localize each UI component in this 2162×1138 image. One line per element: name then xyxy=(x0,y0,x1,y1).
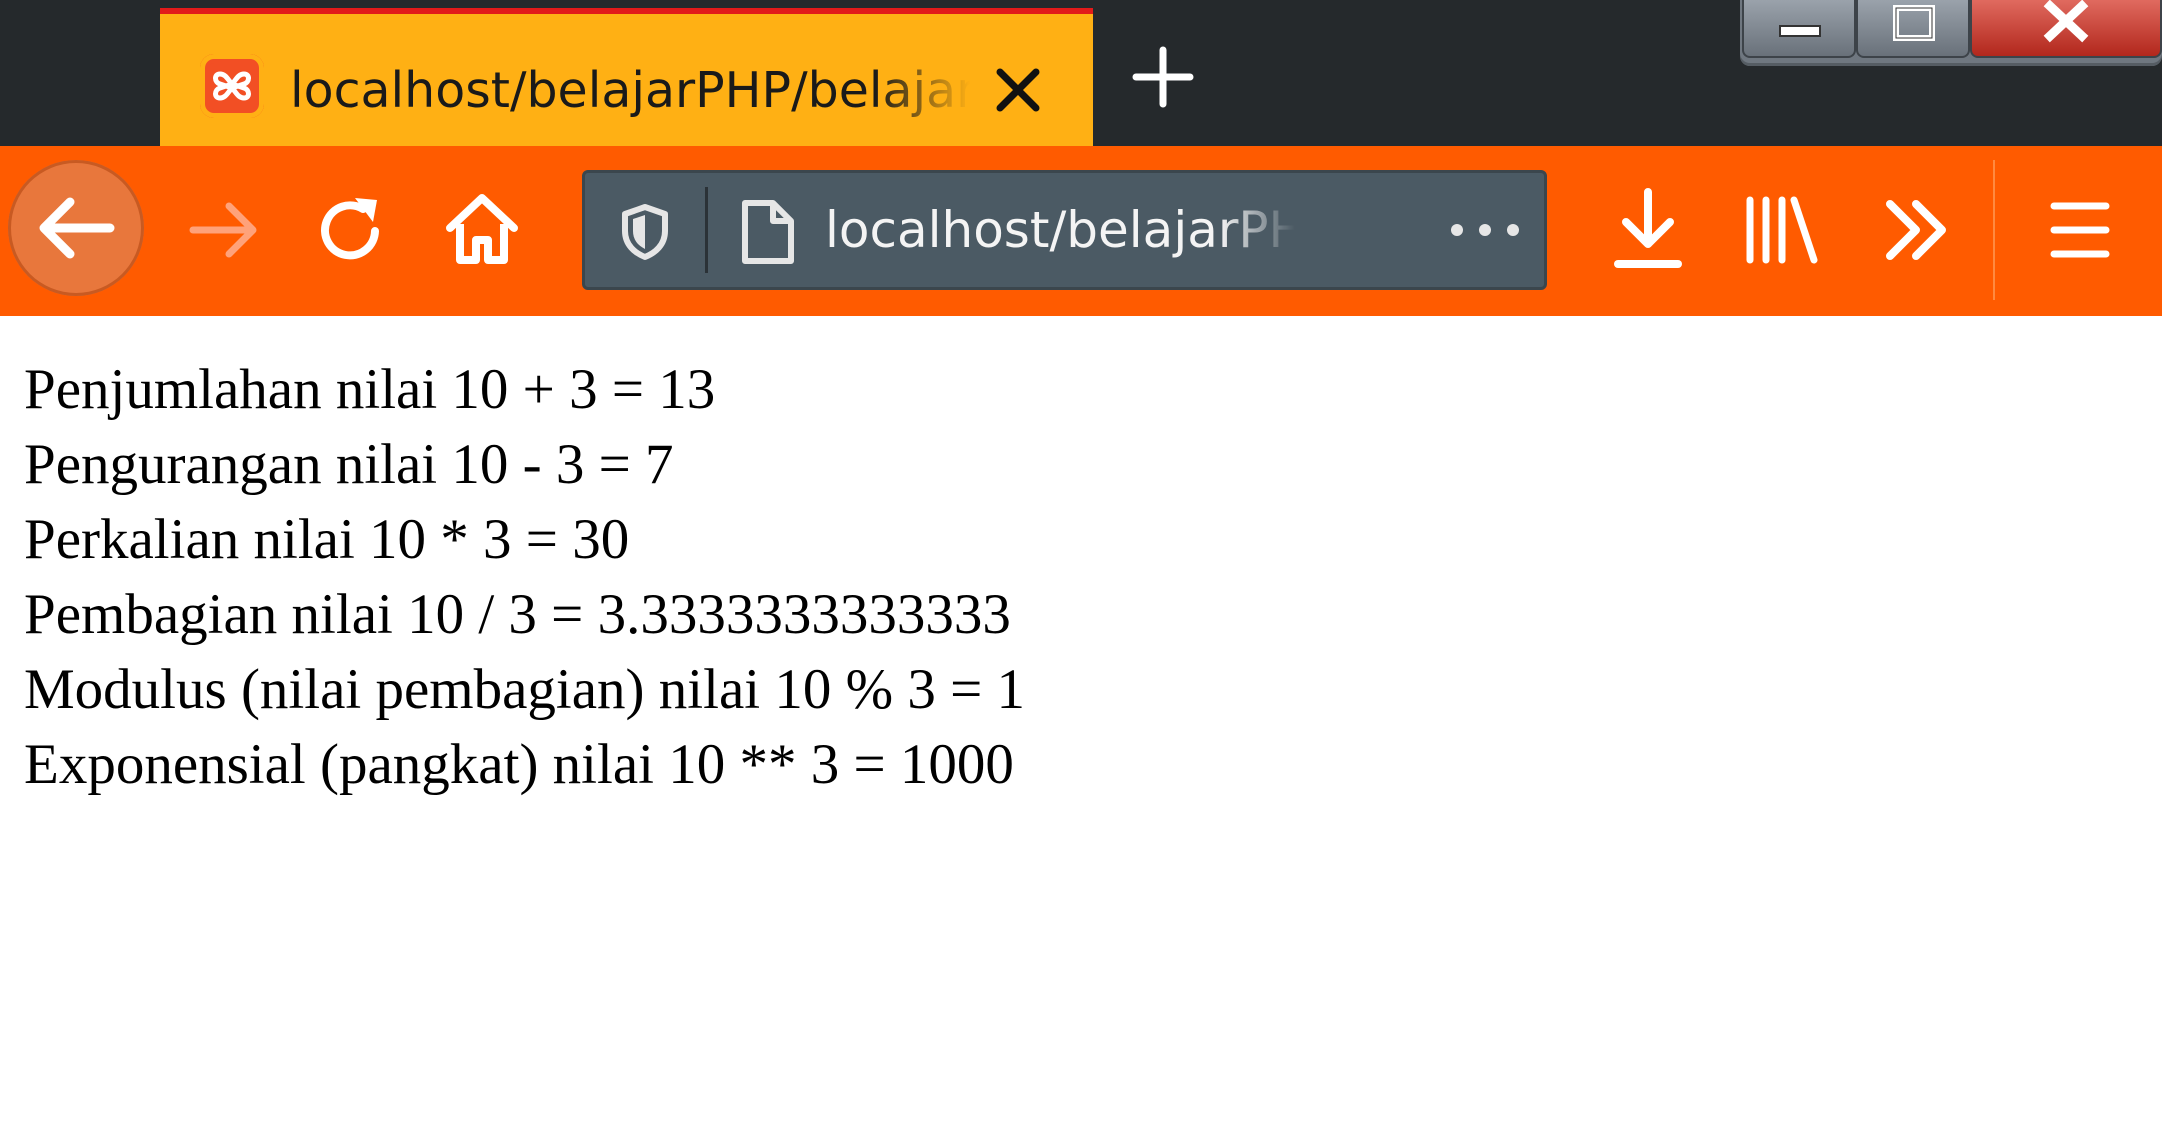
url-bar-divider xyxy=(705,187,708,273)
shield-icon[interactable] xyxy=(615,201,675,261)
close-icon[interactable] xyxy=(990,62,1046,118)
download-icon[interactable] xyxy=(1608,182,1688,278)
minimize-icon xyxy=(1779,25,1821,37)
reload-icon[interactable] xyxy=(305,186,395,276)
window-close-button[interactable] xyxy=(1970,0,2162,58)
output-line-exponent: Exponensial (pangkat) nilai 10 ** 3 = 10… xyxy=(24,733,1014,796)
url-bar[interactable]: localhost/belajarPHP/belajar.php xyxy=(582,170,1547,290)
xampp-icon xyxy=(200,54,264,118)
maximize-button[interactable] xyxy=(1856,0,1970,58)
url-text[interactable]: localhost/belajarPHP/belajar.php xyxy=(825,195,1295,265)
tab-title: localhost/belajarPHP/belajar.php xyxy=(290,62,970,119)
overflow-chevrons-icon[interactable] xyxy=(1878,190,1958,270)
page-info-icon[interactable] xyxy=(733,197,801,267)
output-line-subtraction: Pengurangan nilai 10 - 3 = 7 xyxy=(24,433,674,496)
tab-strip: localhost/belajarPHP/belajar.php xyxy=(0,0,2162,146)
browser-tab-active[interactable]: localhost/belajarPHP/belajar.php xyxy=(160,8,1093,146)
toolbar-divider xyxy=(1993,160,1995,300)
new-tab-plus-icon[interactable] xyxy=(1130,44,1196,110)
window-controls xyxy=(1740,0,2162,66)
output-line-multiplication: Perkalian nilai 10 * 3 = 30 xyxy=(24,508,630,571)
restore-icon xyxy=(1893,5,1935,41)
page-content: Penjumlahan nilai 10 + 3 = 13 Penguranga… xyxy=(24,352,1624,802)
navigation-toolbar: localhost/belajarPHP/belajar.php xyxy=(0,146,2162,316)
minimize-button[interactable] xyxy=(1742,0,1856,58)
page-actions-ellipsis-icon[interactable] xyxy=(1447,213,1523,247)
output-line-addition: Penjumlahan nilai 10 + 3 = 13 xyxy=(24,358,716,421)
back-button[interactable] xyxy=(8,160,144,296)
forward-arrow-icon[interactable] xyxy=(175,182,271,278)
output-line-division: Pembagian nilai 10 / 3 = 3.3333333333333 xyxy=(24,583,1011,646)
output-line-modulus: Modulus (nilai pembagian) nilai 10 % 3 =… xyxy=(24,658,1025,721)
library-icon[interactable] xyxy=(1740,188,1824,272)
home-icon[interactable] xyxy=(436,184,528,276)
back-arrow-icon xyxy=(39,197,115,259)
window-close-icon xyxy=(2043,0,2089,43)
hamburger-menu-icon[interactable] xyxy=(2040,192,2120,268)
